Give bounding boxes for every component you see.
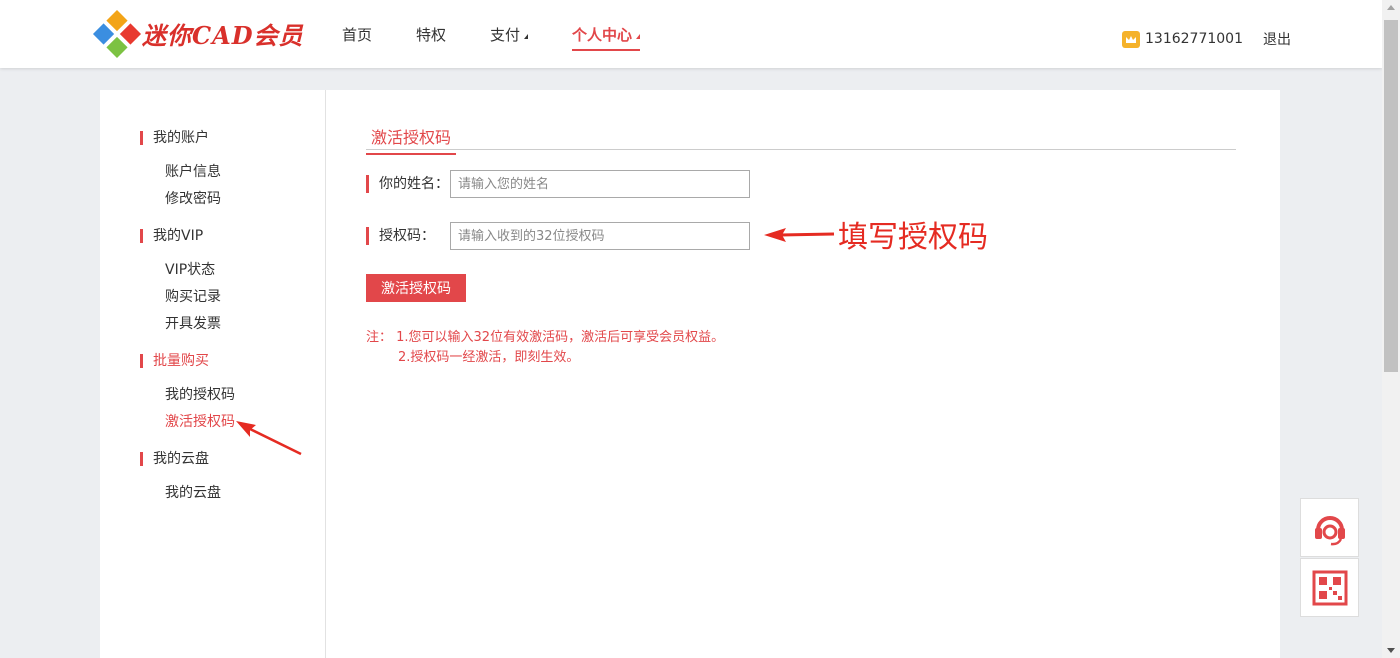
scroll-up-icon[interactable] <box>1387 5 1395 10</box>
annotation-label: 填写授权码 <box>838 220 988 255</box>
logo-icon <box>92 9 142 58</box>
logout-link[interactable]: 退出 <box>1263 29 1291 49</box>
nav-payment-label: 支付 <box>490 26 521 44</box>
qr-code-button[interactable] <box>1300 558 1359 617</box>
nav-personal-center-label: 个人中心 <box>572 26 633 44</box>
sidebar-group-vip: 我的VIP <box>140 229 203 243</box>
code-label: 授权码： <box>366 227 450 245</box>
scroll-thumb[interactable] <box>1384 20 1398 372</box>
sidebar-item-invoice[interactable]: 开具发票 <box>165 313 221 333</box>
main-card: 我的账户 账户信息 修改密码 我的VIP VIP状态 购买记录 开具发票 批量购… <box>100 90 1280 658</box>
sidebar-item-my-codes[interactable]: 我的授权码 <box>165 384 235 404</box>
nav-home-label: 首页 <box>342 26 373 44</box>
tab-activate-code[interactable]: 激活授权码 <box>366 124 457 155</box>
sidebar-item-change-password[interactable]: 修改密码 <box>165 188 221 208</box>
nav-privileges[interactable]: 特权 <box>416 24 446 51</box>
notice-text: 注： 1.您可以输入32位有效激活码，激活后可享受会员权益。 2.授权码一经激活… <box>366 328 724 368</box>
name-input[interactable] <box>450 170 750 198</box>
headset-icon <box>1314 515 1345 545</box>
sidebar-head-account: 我的账户 <box>140 131 209 145</box>
sidebar-head-cloud: 我的云盘 <box>140 452 209 466</box>
nav-privileges-label: 特权 <box>416 26 447 44</box>
code-input[interactable] <box>450 222 750 250</box>
logo[interactable]: 迷你CAD会员 <box>92 9 304 58</box>
qr-code-icon <box>1312 570 1347 605</box>
sidebar-item-activate-code[interactable]: 激活授权码 <box>165 411 235 431</box>
caret-down-icon <box>524 34 529 39</box>
user-phone[interactable]: 13162771001 <box>1145 31 1243 47</box>
caret-down-icon <box>636 34 641 39</box>
sidebar-item-account-info[interactable]: 账户信息 <box>165 161 221 181</box>
user-area: 13162771001 退出 <box>1122 29 1291 49</box>
sidebar-group-account: 我的账户 <box>140 131 209 145</box>
code-row: 授权码： <box>366 222 750 250</box>
sidebar-item-cloud[interactable]: 我的云盘 <box>165 482 221 502</box>
name-label: 你的姓名： <box>366 175 450 193</box>
name-row: 你的姓名： <box>366 170 750 198</box>
sidebar-item-purchase-history[interactable]: 购买记录 <box>165 286 221 306</box>
activate-button[interactable]: 激活授权码 <box>366 274 466 302</box>
scroll-down-icon[interactable] <box>1387 648 1395 653</box>
sidebar-head-bulk: 批量购买 <box>140 354 209 368</box>
main-nav: 首页 特权 支付 个人中心 <box>342 24 684 51</box>
sidebar-group-bulk: 批量购买 <box>140 354 209 368</box>
top-header: 迷你CAD会员 首页 特权 支付 个人中心 13162771001 退出 <box>0 0 1382 68</box>
logo-text: 迷你CAD会员 <box>142 21 304 50</box>
nav-home[interactable]: 首页 <box>342 24 372 51</box>
nav-payment[interactable]: 支付 <box>490 24 529 51</box>
sidebar: 我的账户 账户信息 修改密码 我的VIP VIP状态 购买记录 开具发票 批量购… <box>100 90 326 658</box>
nav-personal-center[interactable]: 个人中心 <box>572 24 641 51</box>
notice-line-2: 2.授权码一经激活，即刻生效。 <box>398 350 580 365</box>
tab-divider <box>366 149 1236 150</box>
sidebar-group-cloud: 我的云盘 <box>140 452 209 466</box>
page-scrollbar[interactable] <box>1382 0 1400 658</box>
crown-icon <box>1122 30 1140 48</box>
sidebar-head-vip: 我的VIP <box>140 229 203 243</box>
customer-service-button[interactable] <box>1300 498 1359 557</box>
notice-line-1: 注： 1.您可以输入32位有效激活码，激活后可享受会员权益。 <box>366 330 725 345</box>
sidebar-item-vip-status[interactable]: VIP状态 <box>165 259 215 279</box>
